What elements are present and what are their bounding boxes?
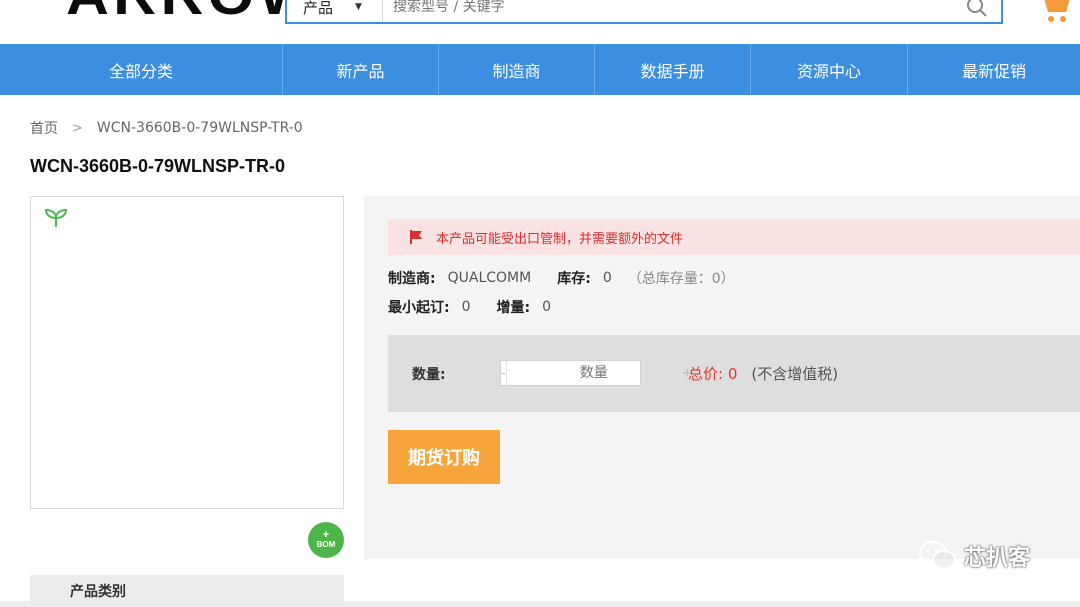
logo-text: ARROW bbox=[66, 0, 296, 18]
chevron-right-icon: > bbox=[72, 120, 83, 136]
manufacturer-value[interactable]: QUALCOMM bbox=[448, 270, 532, 286]
product-info-panel: 本产品可能受出口管制，并需要额外的文件 制造商: QUALCOMM 库存: 0 … bbox=[364, 196, 1080, 559]
page-title: WCN-3660B-0-79WLNSP-TR-0 bbox=[30, 156, 286, 176]
search-input[interactable] bbox=[383, 0, 953, 22]
export-warning: 本产品可能受出口管制，并需要额外的文件 bbox=[388, 219, 1080, 255]
chevron-down-icon: ▼ bbox=[355, 2, 362, 12]
main-nav: 全部分类 新产品 制造商 数据手册 资源中心 最新促销 bbox=[0, 44, 1080, 95]
nav-manufacturers[interactable]: 制造商 bbox=[439, 44, 595, 95]
watermark: 芯扒客 bbox=[918, 540, 1030, 572]
quantity-area: 数量: - + 总价: 0 (不含增值税) bbox=[388, 335, 1080, 412]
search-category-label: 产品 bbox=[303, 0, 334, 17]
flag-icon bbox=[408, 229, 424, 245]
search-icon bbox=[967, 0, 987, 17]
search-category-select[interactable]: 产品 ▼ bbox=[287, 0, 383, 22]
nav-all-categories[interactable]: 全部分类 bbox=[0, 44, 283, 95]
plus-icon: + bbox=[322, 529, 330, 541]
increment-value: 0 bbox=[542, 299, 552, 315]
stock-label: 库存: bbox=[557, 271, 591, 287]
quantity-input[interactable] bbox=[506, 361, 681, 385]
manufacturer-label: 制造商: bbox=[388, 271, 436, 287]
moq-label: 最小起订: bbox=[388, 300, 450, 316]
breadcrumb-current: WCN-3660B-0-79WLNSP-TR-0 bbox=[96, 120, 303, 136]
product-image-panel bbox=[30, 196, 344, 509]
moq-value: 0 bbox=[461, 299, 471, 315]
nav-datasheets[interactable]: 数据手册 bbox=[595, 44, 751, 95]
cart-button[interactable] bbox=[1040, 0, 1080, 24]
arrow-logo[interactable]: ARROW bbox=[66, 0, 296, 18]
nav-new-products[interactable]: 新产品 bbox=[283, 44, 439, 95]
page-bottom-divider bbox=[0, 601, 1080, 607]
manufacturer-stock-row: 制造商: QUALCOMM 库存: 0 （总库存量：0） bbox=[388, 268, 735, 288]
bom-label: BOM bbox=[316, 540, 336, 549]
wechat-icon bbox=[918, 540, 957, 571]
moq-row: 最小起订: 0 增量: 0 bbox=[388, 297, 551, 317]
quantity-label: 数量: bbox=[412, 367, 446, 383]
breadcrumb: 首页 > WCN-3660B-0-79WLNSP-TR-0 bbox=[30, 118, 303, 138]
export-warning-text: 本产品可能受出口管制，并需要额外的文件 bbox=[436, 231, 684, 247]
leaf-icon bbox=[44, 208, 68, 227]
add-to-bom-button[interactable]: + BOM bbox=[308, 522, 344, 558]
search-bar: 产品 ▼ bbox=[285, 0, 1003, 24]
stock-value: 0 bbox=[602, 270, 612, 286]
quantity-stepper: - + bbox=[500, 360, 693, 386]
nav-promotions[interactable]: 最新促销 bbox=[908, 44, 1080, 95]
cart-icon bbox=[1044, 0, 1070, 22]
search-button[interactable] bbox=[953, 0, 1001, 22]
increment-label: 增量: bbox=[496, 300, 531, 316]
breadcrumb-home[interactable]: 首页 bbox=[30, 118, 58, 138]
watermark-text: 芯扒客 bbox=[964, 546, 1031, 571]
futures-order-button[interactable]: 期货订购 bbox=[388, 430, 500, 484]
total-stock: （总库存量：0） bbox=[627, 271, 735, 287]
nav-resource-center[interactable]: 资源中心 bbox=[751, 44, 908, 95]
tax-note: (不含增值税) bbox=[751, 365, 839, 383]
total-price-group: 总价: 0 (不含增值税) bbox=[688, 363, 838, 384]
total-price: 总价: 0 bbox=[688, 365, 738, 383]
